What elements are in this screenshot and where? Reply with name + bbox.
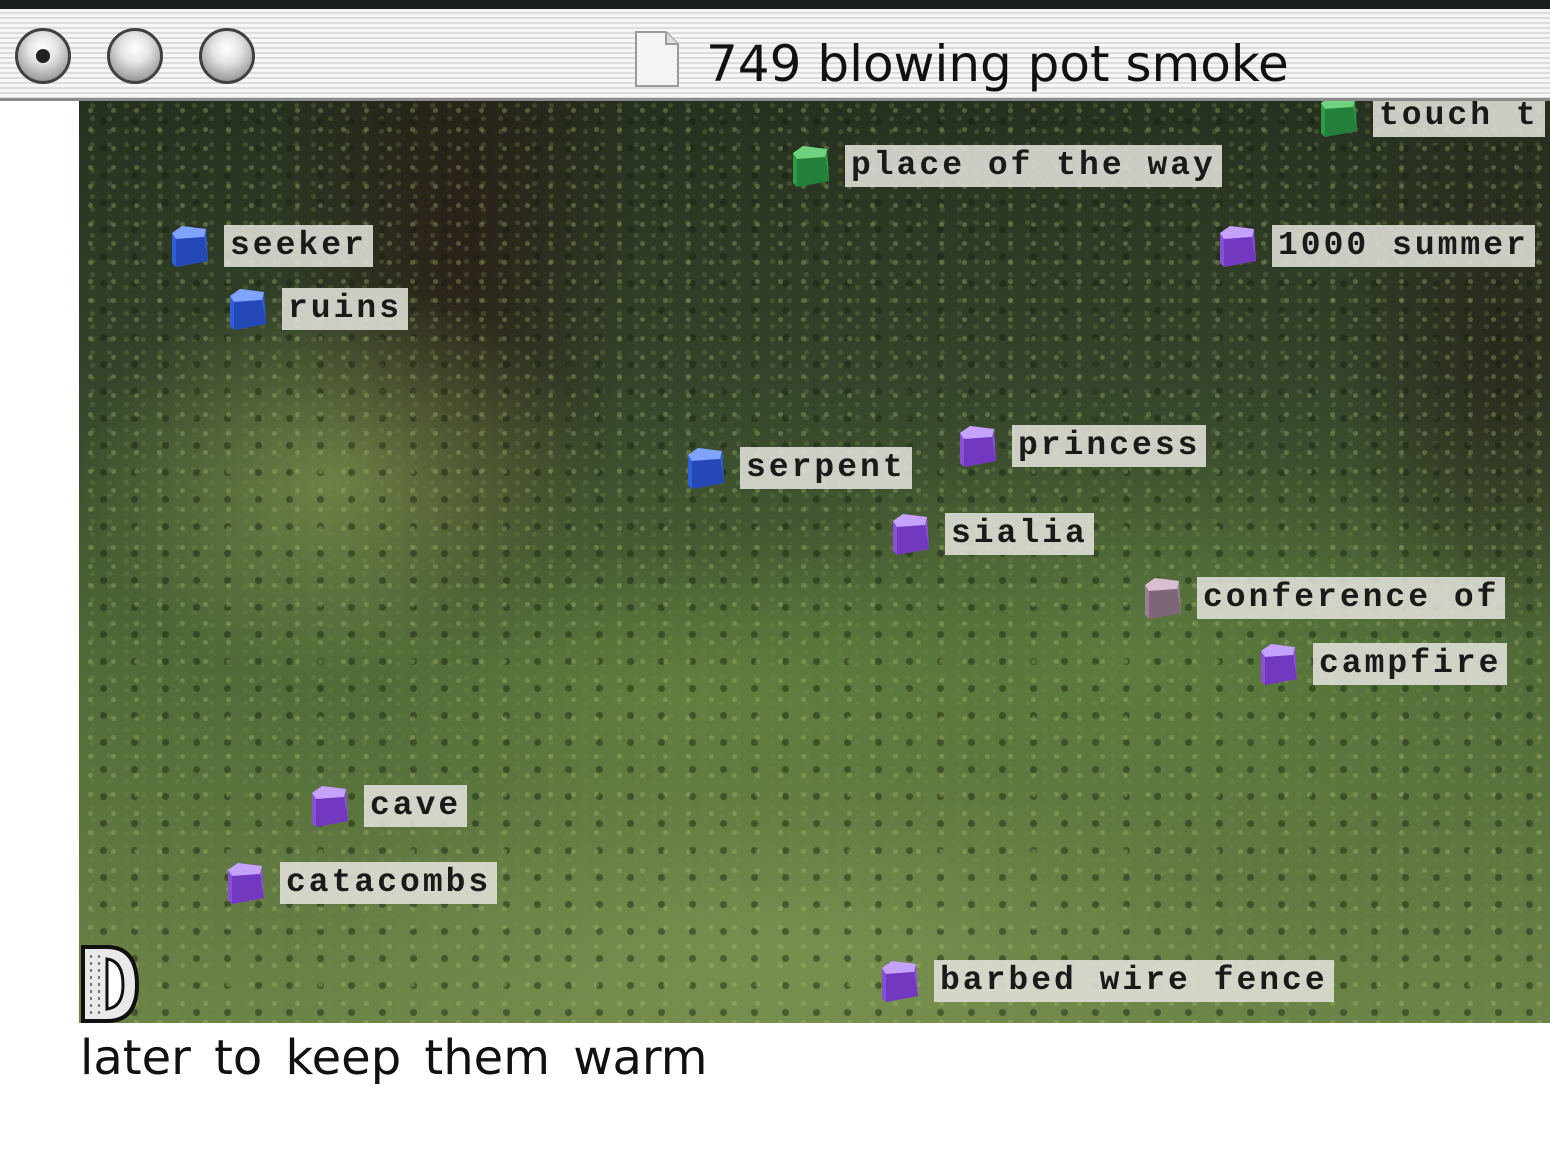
node-label: princess bbox=[1012, 425, 1207, 467]
window-titlebar[interactable]: 749 blowing pot smoke bbox=[0, 9, 1550, 101]
folder-icon bbox=[1216, 223, 1260, 269]
folder-icon bbox=[308, 783, 352, 829]
node-seeker[interactable]: seeker bbox=[168, 223, 373, 269]
folder-icon bbox=[224, 860, 268, 906]
node-label: place of the way bbox=[845, 145, 1222, 187]
node-label: catacombs bbox=[280, 862, 498, 904]
folder-icon bbox=[889, 511, 933, 557]
node-ruins[interactable]: ruins bbox=[226, 286, 409, 332]
node-label: conference of bbox=[1197, 577, 1506, 619]
image-canvas[interactable]: touch t place of the way seeker 1000 sum… bbox=[79, 101, 1550, 1023]
node-1000-summer[interactable]: 1000 summer bbox=[1216, 223, 1535, 269]
minimize-button[interactable] bbox=[107, 28, 163, 84]
node-serpent[interactable]: serpent bbox=[684, 445, 912, 491]
node-label: cave bbox=[364, 785, 468, 827]
folder-icon bbox=[878, 958, 922, 1004]
node-cave[interactable]: cave bbox=[308, 783, 468, 829]
folder-icon bbox=[1317, 101, 1361, 139]
folder-icon bbox=[789, 143, 833, 189]
node-campfire[interactable]: campfire bbox=[1257, 641, 1508, 687]
node-label: touch t bbox=[1373, 101, 1545, 137]
close-dot-icon bbox=[36, 49, 50, 63]
node-label: barbed wire fence bbox=[934, 960, 1334, 1002]
close-button[interactable] bbox=[15, 28, 71, 84]
node-touch[interactable]: touch t bbox=[1317, 101, 1545, 139]
node-place-of-the-way[interactable]: place of the way bbox=[789, 143, 1222, 189]
folder-icon bbox=[956, 423, 1000, 469]
node-label: 1000 summer bbox=[1272, 225, 1535, 267]
folder-icon bbox=[684, 445, 728, 491]
door-icon[interactable] bbox=[79, 943, 141, 1023]
window-title: 749 blowing pot smoke bbox=[706, 35, 1289, 93]
folder-icon bbox=[226, 286, 270, 332]
node-label: serpent bbox=[740, 447, 912, 489]
node-sialia[interactable]: sialia bbox=[889, 511, 1094, 557]
folder-icon bbox=[168, 223, 212, 269]
zoom-button[interactable] bbox=[199, 28, 255, 84]
node-label: ruins bbox=[282, 288, 409, 330]
node-label: campfire bbox=[1313, 643, 1508, 685]
node-conference-of[interactable]: conference of bbox=[1141, 575, 1506, 621]
folder-icon bbox=[1257, 641, 1301, 687]
folder-icon bbox=[1141, 575, 1185, 621]
node-princess[interactable]: princess bbox=[956, 423, 1207, 469]
document-icon bbox=[635, 31, 679, 87]
window-top-edge bbox=[0, 0, 1550, 9]
node-barbed-wire-fence[interactable]: barbed wire fence bbox=[878, 958, 1334, 1004]
node-label: sialia bbox=[945, 513, 1094, 555]
node-catacombs[interactable]: catacombs bbox=[224, 860, 498, 906]
caption-text: later to keep them warm bbox=[80, 1030, 708, 1086]
node-label: seeker bbox=[224, 225, 373, 267]
